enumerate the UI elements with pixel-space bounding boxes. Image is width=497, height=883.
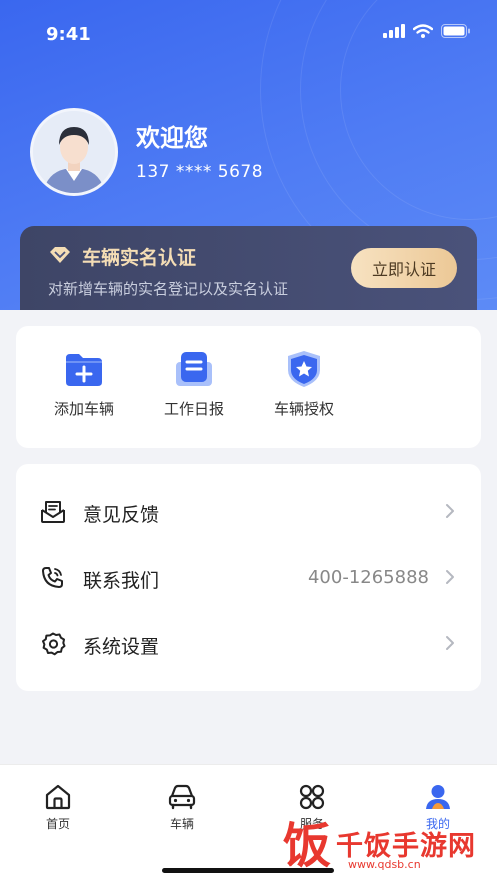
diamond-icon	[50, 247, 70, 263]
menu-row-contact-us[interactable]: 联系我们 400-1265888	[16, 545, 481, 611]
menu-label: 系统设置	[83, 636, 160, 658]
car-icon	[168, 784, 196, 810]
menu-row-system-settings[interactable]: 系统设置	[16, 611, 481, 677]
home-indicator[interactable]	[162, 868, 334, 873]
verify-now-button[interactable]: 立即认证	[351, 248, 457, 288]
user-avatar-illustration	[33, 111, 115, 193]
tab-label: 首页	[45, 817, 70, 831]
phone-icon	[42, 567, 63, 588]
shield-star-icon	[288, 351, 320, 387]
watermark-url: www.qdsb.cn	[348, 858, 421, 871]
contact-phone-number[interactable]: 400-1265888	[308, 567, 429, 588]
battery-icon	[441, 24, 470, 38]
home-icon	[45, 784, 71, 810]
chevron-right-icon	[446, 570, 454, 584]
signal-icon	[383, 24, 405, 38]
grid-icon	[299, 784, 325, 810]
menu-label: 联系我们	[83, 570, 160, 592]
settings-menu-card: 意见反馈 联系我们 400-1265888 系统设置	[16, 464, 481, 691]
feedback-icon	[41, 501, 65, 523]
gear-icon	[42, 632, 66, 656]
status-bar: 9:41	[0, 0, 497, 70]
site-watermark: 饭 千饭手游网 www.qdsb.cn	[278, 818, 488, 874]
quick-action-label: 车辆授权	[273, 400, 334, 418]
chevron-right-icon	[446, 636, 454, 650]
daily-report-icon	[176, 352, 212, 386]
status-icons	[383, 24, 471, 38]
verification-subtitle: 对新增车辆的实名登记以及实名认证	[48, 280, 289, 298]
menu-row-feedback[interactable]: 意见反馈	[16, 479, 481, 545]
menu-label: 意见反馈	[83, 504, 160, 526]
tab-vehicles[interactable]: 车辆	[142, 783, 222, 832]
greeting-text: 欢迎您	[136, 124, 208, 152]
user-icon	[426, 785, 450, 809]
masked-phone-number: 137 **** 5678	[136, 162, 264, 182]
status-time: 9:41	[46, 24, 91, 45]
watermark-logo-char: 饭	[282, 818, 331, 874]
chevron-right-icon	[446, 504, 454, 518]
quick-action-daily-report[interactable]: 工作日报	[144, 350, 244, 419]
tab-home[interactable]: 首页	[18, 783, 98, 832]
quick-action-add-vehicle[interactable]: 添加车辆	[34, 350, 134, 419]
wifi-icon	[413, 24, 433, 38]
avatar[interactable]	[30, 108, 118, 196]
verification-title: 车辆实名认证	[82, 247, 197, 269]
quick-action-label: 工作日报	[163, 400, 224, 418]
vehicle-verification-banner[interactable]: 车辆实名认证 对新增车辆的实名登记以及实名认证 立即认证	[20, 226, 477, 318]
add-folder-icon	[66, 354, 102, 386]
quick-action-vehicle-authorization[interactable]: 车辆授权	[254, 350, 354, 419]
tab-label: 车辆	[169, 817, 194, 831]
quick-actions-card: 添加车辆 工作日报 车辆授权	[16, 326, 481, 448]
quick-action-label: 添加车辆	[53, 400, 114, 418]
